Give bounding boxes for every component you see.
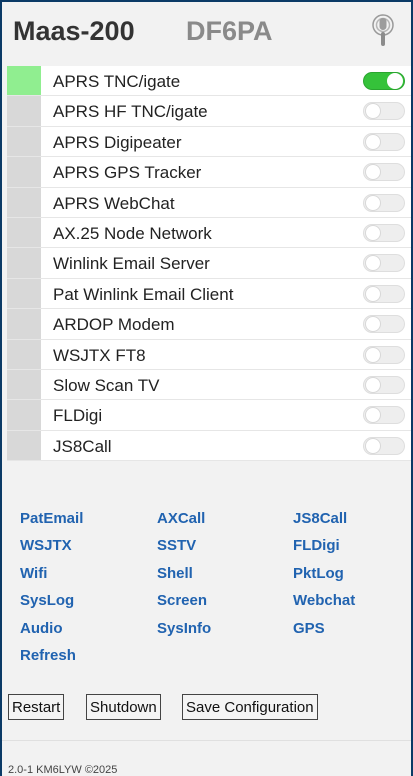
status-indicator (7, 126, 41, 157)
service-row: JS8Call (7, 430, 411, 462)
link-webchat[interactable]: Webchat (293, 592, 355, 609)
toggle-knob (365, 255, 381, 272)
status-indicator (7, 369, 41, 400)
status-indicator (7, 278, 41, 309)
service-toggle[interactable] (363, 406, 405, 425)
service-row: APRS TNC/igate (7, 66, 411, 97)
service-toggle[interactable] (363, 375, 405, 394)
link-gps[interactable]: GPS (293, 620, 325, 637)
service-label: Winlink Email Server (53, 254, 210, 274)
status-indicator (7, 248, 41, 278)
service-label: APRS WebChat (53, 193, 175, 213)
link-wsjtx[interactable]: WSJTX (20, 537, 72, 554)
page-title: Maas-200 (13, 16, 135, 46)
link-wifi[interactable]: Wifi (20, 565, 47, 582)
toggle-knob (365, 133, 381, 150)
service-row: AX.25 Node Network (7, 217, 411, 249)
service-toggle[interactable] (363, 284, 405, 303)
link-axcall[interactable]: AXCall (157, 510, 205, 527)
status-indicator (7, 96, 41, 126)
link-js8call[interactable]: JS8Call (293, 510, 347, 527)
save-configuration-button[interactable]: Save Configuration (182, 694, 318, 720)
toggle-knob (387, 73, 403, 89)
footer-version: 2.0-1 KM6LYW ©2025 (8, 764, 118, 776)
service-label: AX.25 Node Network (53, 223, 212, 243)
service-label: APRS TNC/igate (53, 72, 181, 91)
callsign: DF6PA (186, 16, 273, 46)
service-row: APRS Digipeater (7, 126, 411, 158)
service-toggle[interactable] (363, 163, 405, 182)
service-list: APRS TNC/igate APRS HF TNC/igate APRS Digi… (7, 66, 411, 462)
status-indicator (7, 157, 41, 187)
service-toggle[interactable] (363, 254, 405, 273)
service-row: APRS HF TNC/igate (7, 96, 411, 127)
service-toggle[interactable] (363, 193, 405, 212)
service-row: APRS WebChat (7, 187, 411, 218)
service-row: Pat Winlink Email Client (7, 278, 411, 310)
service-row: APRS GPS Tracker (7, 157, 411, 188)
status-indicator (7, 430, 41, 461)
service-label: FLDigi (53, 406, 103, 426)
service-row: ARDOP Modem (7, 309, 411, 340)
toggle-knob (365, 407, 381, 424)
toggle-knob (365, 346, 381, 363)
link-screen[interactable]: Screen (157, 592, 207, 609)
service-label: Pat Winlink Email Client (53, 284, 234, 304)
toggle-knob (365, 376, 381, 393)
link-refresh[interactable]: Refresh (20, 647, 76, 664)
toggle-knob (365, 103, 381, 120)
link-patemail[interactable]: PatEmail (20, 510, 83, 527)
link-pktlog[interactable]: PktLog (293, 565, 344, 582)
status-indicator (7, 66, 41, 96)
toggle-knob (365, 285, 381, 302)
service-label: APRS Digipeater (53, 132, 182, 152)
service-toggle[interactable] (363, 436, 405, 455)
service-row: Winlink Email Server (7, 248, 411, 279)
status-indicator (7, 217, 41, 248)
link-shell[interactable]: Shell (157, 565, 193, 582)
link-fldigi[interactable]: FLDigi (293, 537, 340, 554)
status-indicator (7, 309, 41, 339)
service-toggle[interactable] (363, 102, 405, 121)
status-indicator (7, 400, 41, 430)
service-row: WSJTX FT8 (7, 339, 411, 370)
service-row: FLDigi (7, 400, 411, 431)
footer-divider (2, 740, 411, 741)
toggle-knob (365, 437, 381, 454)
service-label: ARDOP Modem (53, 315, 175, 335)
link-audio[interactable]: Audio (20, 620, 63, 637)
shutdown-button[interactable]: Shutdown (86, 694, 161, 720)
app-frame: Maas-200 DF6PA APRS TNC/igate APRS HF TNC… (2, 2, 411, 776)
service-label: JS8Call (53, 436, 112, 456)
service-row: Slow Scan TV (7, 369, 411, 401)
service-toggle[interactable] (363, 132, 405, 151)
link-sysinfo[interactable]: SysInfo (157, 620, 211, 637)
service-toggle[interactable] (363, 345, 405, 364)
restart-button[interactable]: Restart (8, 694, 65, 720)
status-indicator (7, 187, 41, 217)
service-label: APRS HF TNC/igate (53, 102, 208, 122)
status-indicator (7, 339, 41, 369)
link-sstv[interactable]: SSTV (157, 537, 196, 554)
service-toggle[interactable] (363, 223, 405, 242)
service-toggle[interactable] (363, 72, 405, 90)
toggle-knob (365, 316, 381, 333)
button-bar: Restart Shutdown Save Configuration (8, 694, 408, 720)
podcast-icon[interactable] (372, 14, 394, 50)
service-label: Slow Scan TV (53, 375, 160, 395)
toggle-knob (365, 194, 381, 211)
service-label: APRS GPS Tracker (53, 163, 202, 183)
service-toggle[interactable] (363, 315, 405, 334)
toggle-knob (365, 164, 381, 181)
link-syslog[interactable]: SysLog (20, 592, 74, 609)
header: Maas-200 DF6PA (2, 2, 411, 62)
service-label: WSJTX FT8 (53, 345, 146, 365)
toggle-knob (365, 224, 381, 241)
